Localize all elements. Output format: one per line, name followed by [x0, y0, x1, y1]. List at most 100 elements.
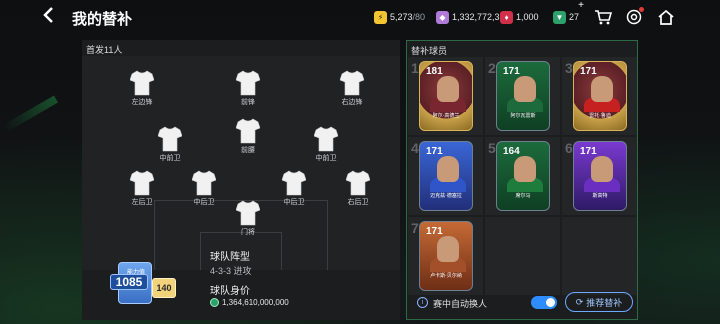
top-bar: 我的替补 ⚡ 5,273/80 ◆ 1,332,772,311 ♦ 1,000 …: [0, 0, 720, 34]
coin-icon: [210, 298, 219, 307]
player-name: 席尔马: [515, 193, 531, 199]
player-face: [591, 76, 613, 102]
shirt-icon: [158, 126, 182, 152]
rating-value: 1085: [110, 274, 148, 290]
shirt-icon: [236, 200, 260, 226]
shirt-icon: [236, 70, 260, 96]
player-name: 雷托·鲁迪: [589, 113, 611, 119]
pitch: 左边锋 前锋 右边锋 中前卫 前腰 中前卫 左后卫 中后卫 中后卫 右后卫 门将: [82, 56, 400, 270]
starter-slot[interactable]: 右后卫: [338, 170, 378, 207]
gem-value: 1,000: [516, 12, 539, 22]
auto-sub-toggle[interactable]: [531, 296, 557, 309]
starter-slot[interactable]: 中后卫: [184, 170, 224, 207]
player-name: 斯高特: [592, 193, 608, 199]
recommend-subs-button[interactable]: ⟳ 推荐替补: [565, 292, 633, 312]
substitutes-panel: 替补球员 1 181 阿尔·高德兰 2 171 阿尔瓦雷斯 3 171 雷托·鲁迪 4 171 迈克兹…: [406, 40, 638, 320]
energy-counter[interactable]: ⚡ 5,273/80: [374, 10, 425, 24]
starter-slot[interactable]: 左后卫: [122, 170, 162, 207]
subs-bottom-bar: i 赛中自动换人 ⟳ 推荐替补: [407, 289, 637, 319]
player-face: [437, 76, 459, 102]
sub-slot[interactable]: [485, 217, 560, 295]
sub-slot[interactable]: 3 171 雷托·鲁迪: [562, 57, 637, 135]
sub-slot[interactable]: 4 171 迈克兹·德塞拉: [408, 137, 483, 215]
player-card[interactable]: 164 席尔马: [496, 141, 550, 211]
player-card[interactable]: 171 雷托·鲁迪: [573, 61, 627, 131]
position-label: 前锋: [241, 99, 255, 106]
position-label: 左后卫: [131, 199, 153, 206]
shirt-icon: [282, 170, 306, 196]
token-value: 27: [569, 12, 580, 22]
player-rating: 171: [426, 146, 443, 157]
player-card[interactable]: 171 阿尔瓦雷斯: [496, 61, 550, 131]
shirt-icon: [130, 170, 154, 196]
slot-number: 6: [565, 140, 573, 156]
auto-sub-label: 赛中自动换人: [433, 299, 488, 309]
sub-slot[interactable]: 5 164 席尔马: [485, 137, 560, 215]
sub-slot[interactable]: 1 181 阿尔·高德兰: [408, 57, 483, 135]
player-name: 阿尔·高德兰: [432, 113, 460, 119]
starter-slot[interactable]: 前锋: [228, 70, 268, 107]
player-card[interactable]: 171 迈克兹·德塞拉: [419, 141, 473, 211]
player-name: 阿尔瓦雷斯: [510, 113, 536, 119]
info-icon[interactable]: i: [417, 297, 428, 308]
player-face: [514, 156, 536, 182]
energy-value: 5,273: [390, 12, 413, 22]
player-card[interactable]: 171 卢卡斯·贝尔纳: [419, 221, 473, 291]
gem-icon: ♦: [500, 10, 513, 24]
player-card[interactable]: 181 阿尔·高德兰: [419, 61, 473, 131]
player-face: [437, 156, 459, 182]
shirt-icon: [192, 170, 216, 196]
shirt-icon: [346, 170, 370, 196]
team-rating-badge: 能力值 1085 140: [110, 258, 176, 310]
notification-dot: [639, 7, 644, 12]
position-label: 右边锋: [341, 99, 363, 106]
position-label: 前腰: [241, 147, 255, 154]
sub-slot[interactable]: 6 171 斯高特: [562, 137, 637, 215]
position-label: 中后卫: [193, 199, 215, 206]
back-arrow-icon[interactable]: [42, 6, 62, 29]
slot-number: 1: [411, 60, 419, 76]
target-icon[interactable]: [624, 7, 644, 27]
token-counter[interactable]: ▼ 27: [553, 10, 579, 24]
formation-value: 4-3-3 进攻: [210, 266, 252, 276]
position-label: 左边锋: [131, 99, 153, 106]
player-rating: 171: [503, 66, 520, 77]
starting-eleven-panel: 首发11人 左边锋 前锋 右边锋 中前卫 前腰 中前卫 左后卫 中后卫 中后卫 右后卫 门将 能力值…: [82, 40, 400, 320]
token-icon: ▼: [553, 10, 566, 24]
cart-icon[interactable]: [593, 7, 613, 27]
team-value-row: 1,364,610,000,000: [210, 298, 289, 307]
team-value-label: 球队身价: [210, 286, 250, 297]
player-face: [437, 236, 459, 262]
home-icon[interactable]: [656, 7, 676, 27]
player-rating: 171: [580, 66, 597, 77]
player-name: 卢卡斯·贝尔纳: [430, 273, 462, 279]
player-rating: 164: [503, 146, 520, 157]
add-token-icon[interactable]: +: [576, 0, 586, 11]
energy-max: /80: [412, 12, 426, 22]
formation-label: 球队阵型: [210, 252, 250, 263]
fc-coin-icon: ◆: [436, 10, 449, 24]
recommend-subs-label: 推荐替补: [586, 297, 623, 308]
player-name: 迈克兹·德塞拉: [430, 193, 462, 199]
position-label: 中前卫: [159, 155, 181, 162]
starter-slot[interactable]: 中前卫: [150, 126, 190, 163]
starter-slot[interactable]: 中前卫: [306, 126, 346, 163]
starter-slot[interactable]: 中后卫: [274, 170, 314, 207]
starter-slot[interactable]: 门将: [228, 200, 268, 237]
gem-counter[interactable]: ♦ 1,000: [500, 10, 539, 24]
starter-slot[interactable]: 右边锋: [332, 70, 372, 107]
starter-slot[interactable]: 左边锋: [122, 70, 162, 107]
sub-slot[interactable]: 7 171 卢卡斯·贝尔纳: [408, 217, 483, 295]
coin-counter[interactable]: ◆ 1,332,772,311: [436, 10, 509, 24]
player-face: [514, 76, 536, 102]
shirt-icon: [130, 70, 154, 96]
rating-sub-value: 140: [152, 278, 176, 298]
sub-slot[interactable]: 2 171 阿尔瓦雷斯: [485, 57, 560, 135]
subs-title: 替补球员: [411, 46, 448, 56]
position-label: 门将: [241, 229, 255, 236]
slot-number: 7: [411, 220, 419, 236]
player-card[interactable]: 171 斯高特: [573, 141, 627, 211]
sub-slot[interactable]: [562, 217, 637, 295]
starter-slot[interactable]: 前腰: [228, 118, 268, 155]
shirt-icon: [340, 70, 364, 96]
